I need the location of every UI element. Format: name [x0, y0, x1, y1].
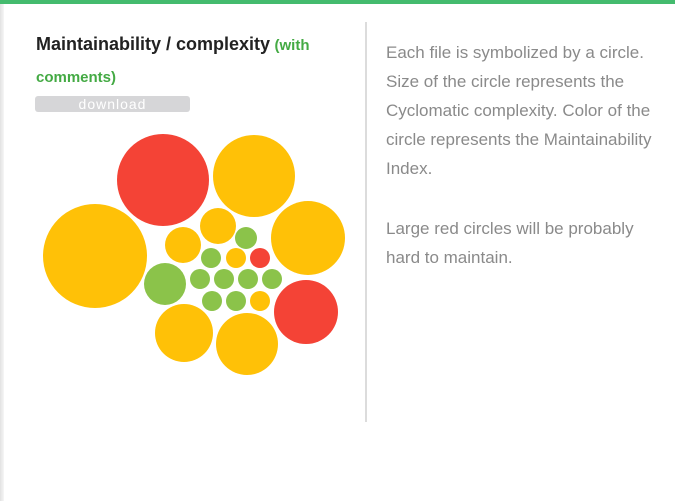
- file-bubble: [43, 204, 147, 308]
- file-bubble: [274, 280, 338, 344]
- file-bubble: [155, 304, 213, 362]
- file-bubble: [250, 248, 270, 268]
- description-paragraph-1: Each file is symbolized by a circle. Siz…: [386, 43, 652, 178]
- file-bubble: [144, 263, 186, 305]
- description-paragraph-2: Large red circles will be probably hard …: [386, 219, 634, 267]
- file-bubble: [262, 269, 282, 289]
- chart-panel: Maintainability / complexity (with comme…: [4, 4, 365, 501]
- bubble-group: [43, 134, 345, 375]
- file-bubble: [201, 248, 221, 268]
- file-bubble: [213, 135, 295, 217]
- file-bubble: [117, 134, 209, 226]
- file-bubble: [250, 291, 270, 311]
- file-bubble: [235, 227, 257, 249]
- file-bubble: [214, 269, 234, 289]
- panel-divider: [365, 22, 367, 422]
- file-bubble: [165, 227, 201, 263]
- file-bubble: [271, 201, 345, 275]
- file-bubble: [226, 248, 246, 268]
- file-bubble: [202, 291, 222, 311]
- file-bubble: [238, 269, 258, 289]
- file-bubble: [200, 208, 236, 244]
- file-bubble: [190, 269, 210, 289]
- maintainability-bubble-chart: [43, 134, 345, 375]
- file-bubble: [226, 291, 246, 311]
- file-bubble: [216, 313, 278, 375]
- description-panel: Each file is symbolized by a circle. Siz…: [386, 38, 671, 303]
